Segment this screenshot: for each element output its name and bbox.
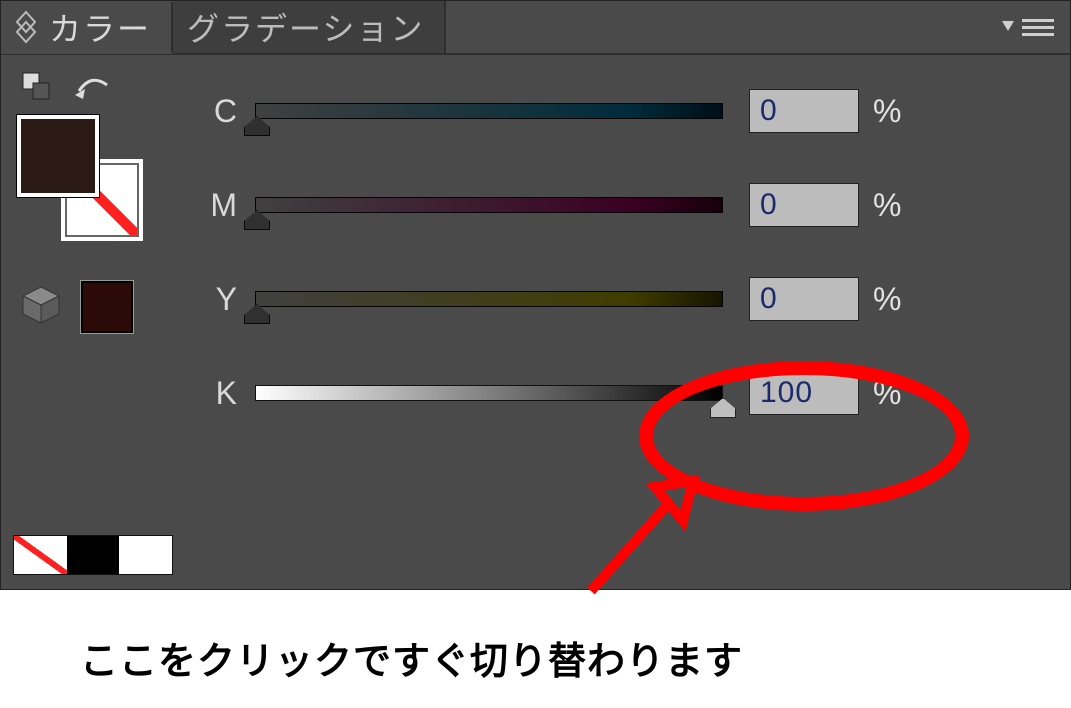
slider-k[interactable] [255, 385, 723, 401]
panel-tabs: カラー グラデーション [1, 1, 1070, 55]
slider-row-k: K 100 % [191, 363, 1030, 423]
color-panel: カラー グラデーション [0, 0, 1071, 590]
label-m: M [191, 187, 237, 224]
label-k: K [191, 375, 237, 412]
unit-k: % [873, 375, 901, 412]
color-sidebar [11, 71, 191, 333]
tab-color-label: カラー [49, 4, 151, 50]
slider-row-y: Y 0 % [191, 269, 1030, 329]
panel-menu-button[interactable] [1000, 15, 1056, 41]
unit-y: % [873, 281, 901, 318]
slider-c[interactable] [255, 103, 723, 119]
cycle-arrow-icon[interactable] [73, 71, 113, 105]
value-k[interactable]: 100 [749, 371, 859, 415]
swap-fill-stroke-icon[interactable] [21, 71, 55, 105]
slider-row-m: M 0 % [191, 175, 1030, 235]
tab-color[interactable]: カラー [1, 2, 173, 54]
3d-cube-icon[interactable] [19, 283, 63, 332]
unit-c: % [873, 93, 901, 130]
instruction-caption: ここをクリックですぐ切り替わります [80, 630, 743, 685]
annotation-arrow-icon [571, 471, 711, 611]
spectrum-shortcut[interactable] [13, 535, 173, 575]
slider-y[interactable] [255, 291, 723, 307]
label-y: Y [191, 281, 237, 318]
value-y[interactable]: 0 [749, 277, 859, 321]
tab-gradient-label: グラデーション [187, 4, 424, 50]
fill-swatch[interactable] [17, 115, 99, 197]
value-m[interactable]: 0 [749, 183, 859, 227]
current-color-chip[interactable] [81, 281, 133, 333]
unit-m: % [873, 187, 901, 224]
color-tab-icon [15, 10, 37, 44]
label-c: C [191, 93, 237, 130]
tab-gradient[interactable]: グラデーション [173, 1, 446, 53]
slider-m[interactable] [255, 197, 723, 213]
spectrum-none-icon[interactable] [14, 536, 67, 574]
slider-row-c: C 0 % [191, 81, 1030, 141]
fill-stroke-swatch[interactable] [17, 115, 147, 245]
spectrum-white[interactable] [119, 536, 172, 574]
value-c[interactable]: 0 [749, 89, 859, 133]
cmyk-sliders: C 0 % M 0 % Y 0 % K [191, 81, 1030, 457]
spectrum-black[interactable] [67, 536, 120, 574]
